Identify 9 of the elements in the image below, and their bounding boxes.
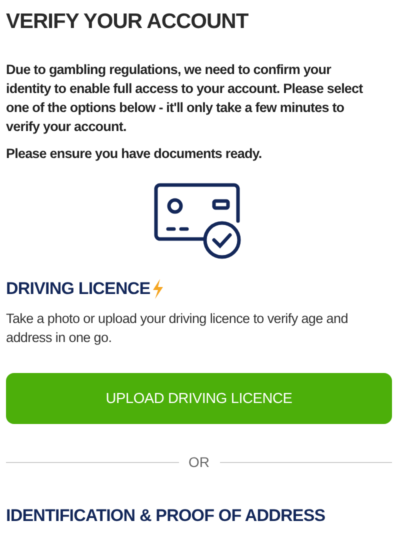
section-heading: IDENTIFICATION & PROOF OF ADDRESS <box>6 505 326 527</box>
note-text: Please ensure you have documents ready. <box>6 145 263 163</box>
page-title: VERIFY YOUR ACCOUNT <box>6 9 250 35</box>
section-description: Take a photo or upload your driving licence to verify age and address in one go. <box>6 310 349 347</box>
section-heading: DRIVING LICENCE <box>6 278 150 300</box>
upload-button[interactable]: UPLOAD DRIVING LICENCE <box>6 373 392 424</box>
separator-text: OR <box>188 454 210 470</box>
intro-text: Due to gambling regulations, we need to confirm your identity to enable full access to your account. Please select one of the options below - it'll only take a few minutes to verify your account. <box>6 61 364 136</box>
lightning-icon <box>152 279 164 299</box>
